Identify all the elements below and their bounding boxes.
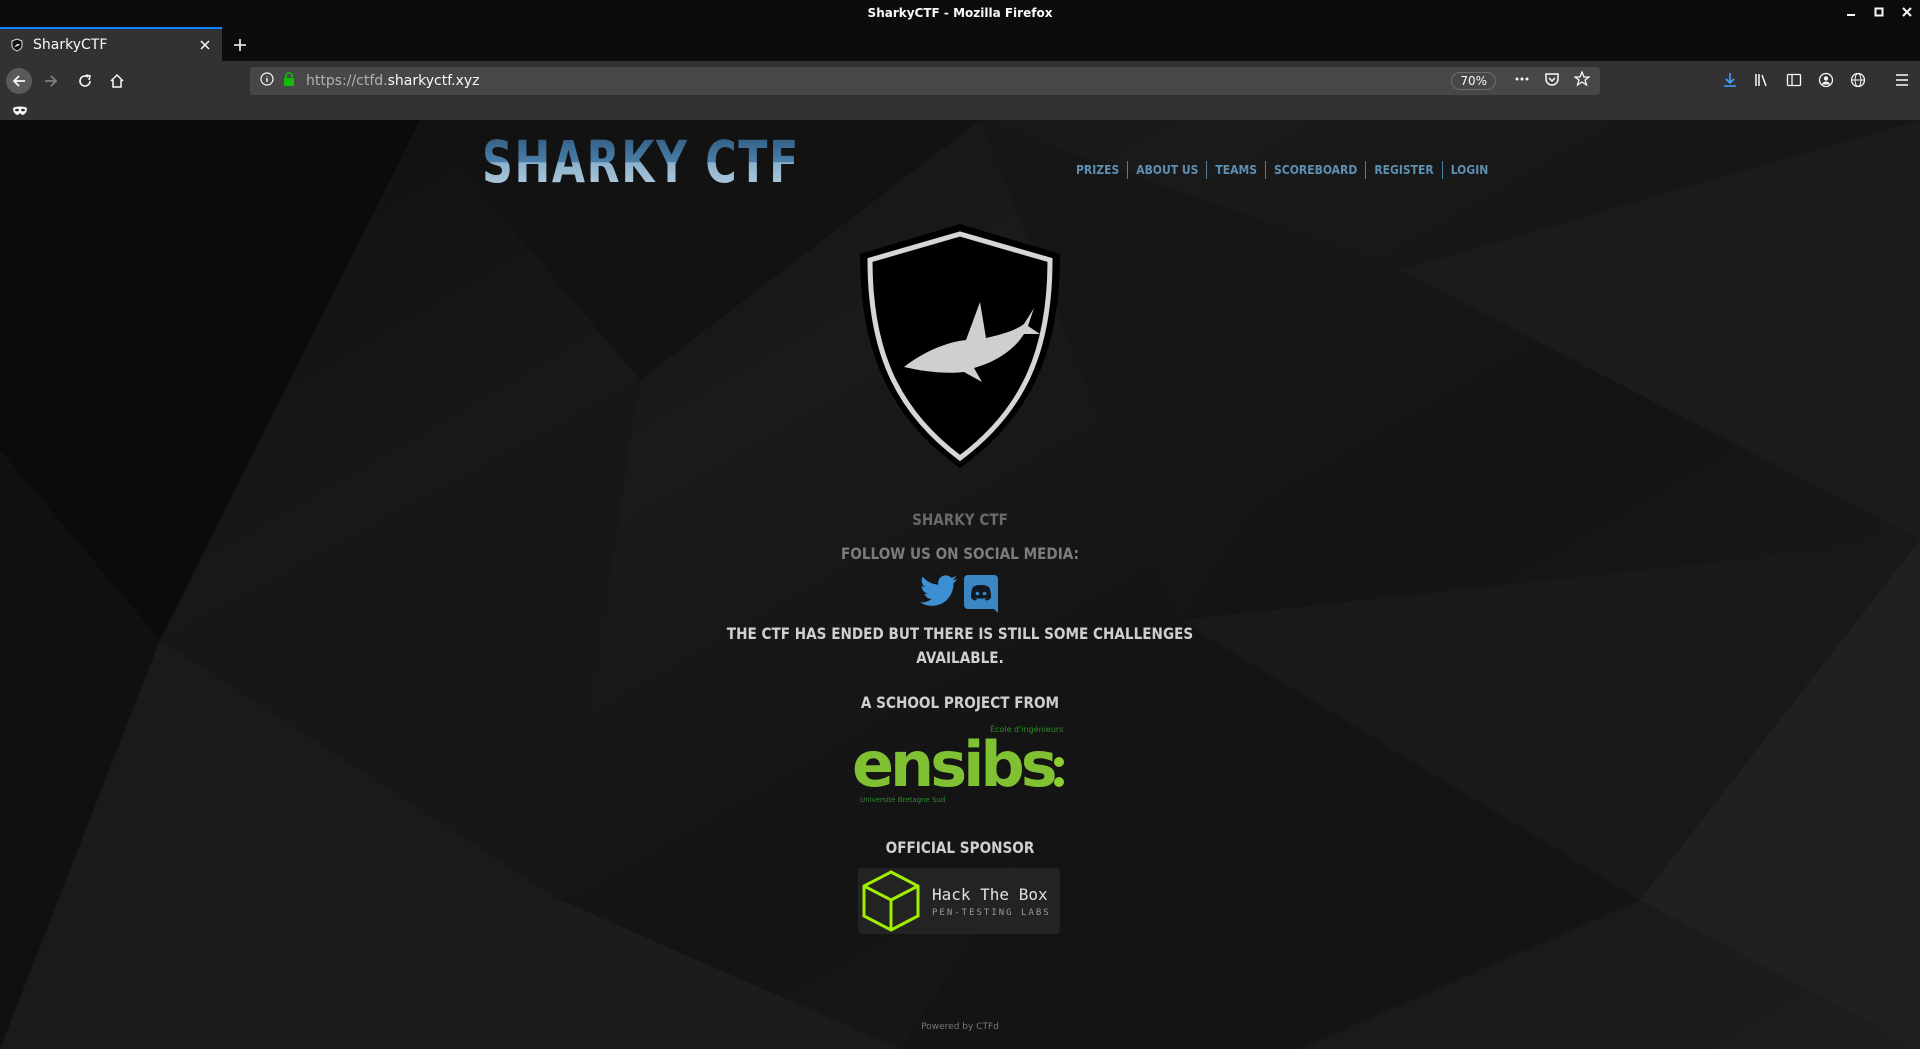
bookmarks-toolbar [0, 100, 1920, 120]
hackthebox-sponsor-logo[interactable]: Hack The Box PEN-TESTING LABS [858, 868, 1060, 934]
url-prefix: https://ctfd. [306, 73, 388, 89]
reload-icon [79, 74, 91, 87]
minimize-icon[interactable] [1844, 4, 1858, 20]
zoom-level[interactable]: 70% [1451, 72, 1496, 90]
follow-heading: FOLLOW US ON SOCIAL MEDIA: [841, 544, 1079, 563]
ensibs-logo-name: ensibs [852, 728, 1055, 801]
bookmark-star-icon[interactable] [1573, 70, 1591, 91]
nav-login[interactable]: LOGIN [1443, 163, 1497, 177]
menu-hamburger-icon[interactable] [1892, 70, 1912, 90]
htb-cube-icon [862, 870, 920, 932]
sponsor-name: Hack The Box [932, 884, 1048, 904]
page-actions-icon[interactable] [1514, 71, 1530, 91]
address-bar[interactable]: https://ctfd.sharkyctf.xyz 70% [250, 67, 1600, 95]
account-icon[interactable] [1816, 70, 1836, 90]
home-button[interactable] [104, 68, 130, 94]
ensibs-logo[interactable]: ensibs École d'ingénieurs Université Bre… [852, 720, 1068, 806]
sponsor-heading: OFFICIAL SPONSOR [885, 838, 1035, 857]
back-button[interactable] [6, 68, 32, 94]
social-links [920, 575, 998, 617]
pocket-icon[interactable] [1544, 71, 1560, 91]
window-titlebar: SharkyCTF - Mozilla Firefox [0, 0, 1920, 27]
school-project-heading: A SCHOOL PROJECT FROM [860, 693, 1060, 712]
forward-arrow-icon [45, 75, 58, 87]
tab-sharkyctf[interactable]: SharkyCTF [0, 27, 222, 61]
private-browsing-mask-icon [12, 102, 28, 121]
globe-icon[interactable] [1848, 70, 1868, 90]
tab-label: SharkyCTF [33, 37, 108, 53]
close-window-icon[interactable] [1900, 4, 1914, 20]
site-logo-text[interactable]: SHARKY CTF [482, 128, 800, 196]
close-tab-icon[interactable] [194, 34, 216, 56]
url-domain: sharkyctf.xyz [387, 73, 480, 89]
ensibs-university: Université Bretagne Sud [860, 796, 945, 804]
navigation-toolbar: https://ctfd.sharkyctf.xyz 70% [0, 61, 1920, 100]
site-info-icon[interactable] [260, 72, 274, 90]
powered-by-footer[interactable]: Powered by CTFd [0, 1022, 1920, 1032]
shark-shield-logo [860, 224, 1060, 468]
home-icon [110, 73, 124, 88]
nav-scoreboard[interactable]: SCOREBOARD [1266, 163, 1365, 177]
reload-button[interactable] [72, 68, 98, 94]
back-arrow-icon [12, 75, 25, 87]
discord-icon[interactable] [964, 575, 998, 617]
secure-lock-icon[interactable] [282, 72, 296, 90]
forward-button[interactable] [38, 68, 64, 94]
main-nav: PRIZES ABOUT US TEAMS SCOREBOARD REGISTE… [1068, 161, 1496, 179]
nav-teams[interactable]: TEAMS [1207, 163, 1265, 177]
site-name: SHARKY CTF [912, 510, 1008, 529]
nav-about-us[interactable]: ABOUT US [1128, 163, 1206, 177]
downloads-icon[interactable] [1720, 70, 1740, 90]
new-tab-icon[interactable] [228, 33, 252, 57]
ctf-status-line-1: THE CTF HAS ENDED BUT THERE IS STILL SOM… [726, 624, 1194, 643]
twitter-icon[interactable] [920, 575, 958, 617]
nav-prizes[interactable]: PRIZES [1068, 163, 1127, 177]
url-text[interactable]: https://ctfd.sharkyctf.xyz [306, 73, 1451, 89]
library-icon[interactable] [1752, 70, 1772, 90]
sponsor-tagline: PEN-TESTING LABS [932, 907, 1051, 918]
window-title: SharkyCTF - Mozilla Firefox [867, 6, 1053, 20]
maximize-icon[interactable] [1872, 4, 1886, 20]
nav-register[interactable]: REGISTER [1366, 163, 1441, 177]
ctf-status-message: THE CTF HAS ENDED BUT THERE IS STILL SOM… [144, 622, 1776, 670]
sidebar-icon[interactable] [1784, 70, 1804, 90]
shark-favicon-icon [11, 38, 23, 52]
web-page: SHARKY CTF PRIZES ABOUT US TEAMS SCOREBO… [0, 120, 1920, 1049]
ensibs-tagline: École d'ingénieurs [990, 723, 1063, 734]
ctf-status-line-2: AVAILABLE. [916, 648, 1004, 667]
tab-strip: SharkyCTF [0, 27, 1920, 61]
